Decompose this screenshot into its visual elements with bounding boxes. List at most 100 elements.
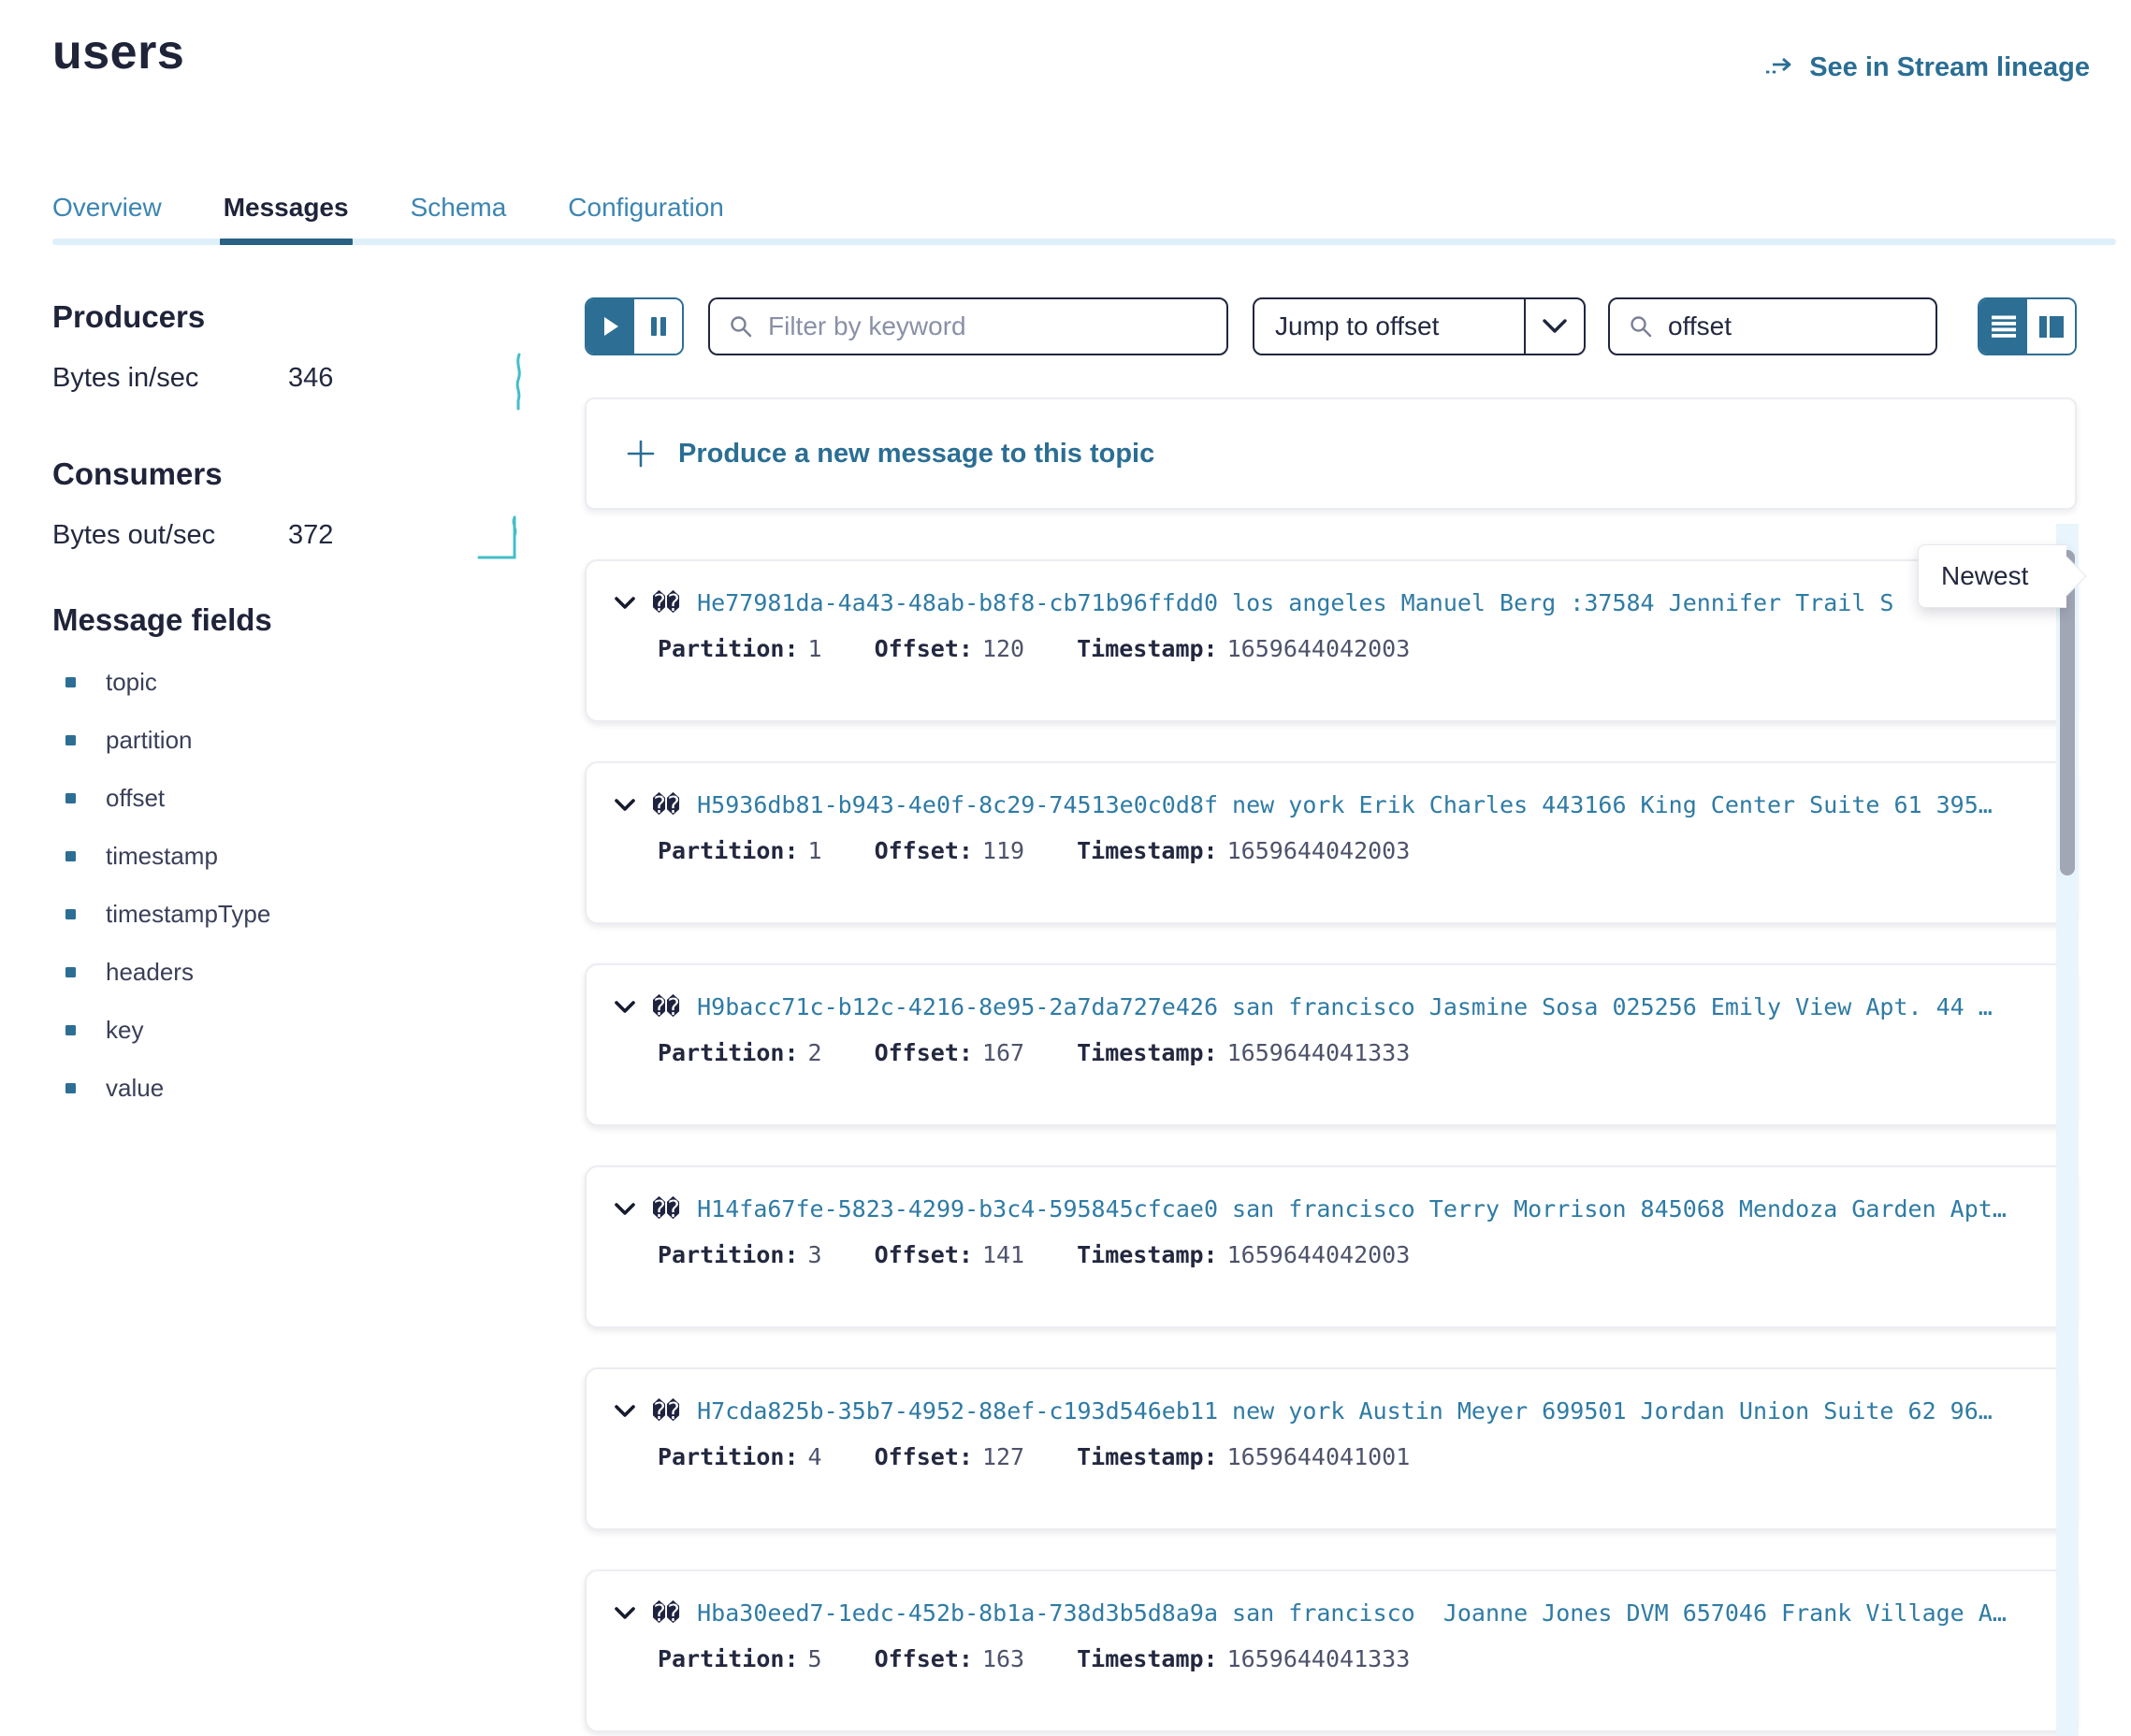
pause-icon (649, 315, 668, 338)
page-title: users (52, 24, 184, 80)
message-field-item: value (65, 1059, 270, 1117)
scrollbar-track[interactable] (2056, 524, 2079, 1736)
message-key: H5936db81-b943-4e0f-8c29-74513e0c0d8f ne… (697, 791, 1993, 818)
message-row[interactable]: �� H7cda825b-35b7-4952-88ef-c193d546eb11… (585, 1367, 2077, 1530)
filter-field (708, 297, 1228, 355)
message-key-prefix: �� (652, 1195, 680, 1222)
timestamp-label: Timestamp: (1077, 1645, 1218, 1672)
message-key-prefix: �� (652, 993, 680, 1020)
tab-bar: Overview Messages Schema Configuration (52, 193, 2116, 245)
chevron-down-icon[interactable] (1526, 299, 1584, 354)
timestamp-value: 1659644042003 (1227, 1241, 1411, 1268)
offset-field: Offset: 141 (875, 1241, 1025, 1268)
columns-view-button[interactable] (2027, 299, 2075, 354)
stream-lineage-link[interactable]: See in Stream lineage (1764, 52, 2090, 83)
pause-button[interactable] (634, 299, 682, 354)
message-row[interactable]: �� He77981da-4a43-48ab-b8f8-cb71b96ffdd0… (585, 559, 2077, 722)
columns-view-icon (2037, 314, 2066, 340)
play-pause-group (585, 297, 684, 355)
message-field-label: key (106, 1016, 143, 1045)
message-key-line: �� H5936db81-b943-4e0f-8c29-74513e0c0d8f… (615, 791, 2043, 818)
producers-title: Producers (52, 299, 205, 335)
partition-label: Partition: (658, 1241, 799, 1268)
bullet-icon (65, 967, 76, 977)
tab-schema[interactable]: Schema (411, 193, 507, 245)
message-key-line: �� Hba30eed7-1edc-452b-8b1a-738d3b5d8a9a… (615, 1599, 2043, 1627)
timestamp-value: 1659644041001 (1227, 1443, 1411, 1470)
message-meta-line: Partition:2 Offset:167 Timestamp:1659644… (658, 1039, 2043, 1066)
message-field-label: partition (106, 726, 193, 755)
chevron-down-icon[interactable] (615, 798, 635, 812)
message-meta-line: Partition:4 Offset:127 Timestamp:1659644… (658, 1443, 2043, 1470)
offset-value: 127 (982, 1443, 1024, 1470)
message-key: H7cda825b-35b7-4952-88ef-c193d546eb11 ne… (697, 1397, 1993, 1425)
produce-message-button[interactable]: Produce a new message to this topic (585, 398, 2077, 510)
offset-field: Offset:120 (875, 635, 1025, 662)
consumers-title: Consumers (52, 456, 223, 492)
message-list: �� He77981da-4a43-48ab-b8f8-cb71b96ffdd0… (585, 559, 2077, 1732)
message-field-item: timestampType (65, 885, 270, 943)
partition-value: 2 (808, 1039, 822, 1066)
message-row[interactable]: �� H5936db81-b943-4e0f-8c29-74513e0c0d8f… (585, 761, 2077, 924)
message-field-item: topic (65, 653, 270, 711)
offset-value: 167 (982, 1039, 1024, 1066)
message-meta-line: Partition:1 Offset:119 Timestamp:1659644… (658, 837, 2043, 864)
tab-messages[interactable]: Messages (224, 193, 349, 245)
offset-field: Offset: 127 (875, 1443, 1025, 1470)
timestamp-field: Timestamp:1659644042003 (1077, 1241, 1410, 1268)
message-row[interactable]: �� H14fa67fe-5823-4299-b3c4-595845cfcae0… (585, 1165, 2077, 1328)
message-key: He77981da-4a43-48ab-b8f8-cb71b96ffdd0 lo… (697, 589, 1893, 616)
message-key-line: �� H9bacc71c-b12c-4216-8e95-2a7da727e426… (615, 993, 2043, 1020)
offset-value: 141 (982, 1241, 1024, 1268)
newest-tooltip: Newest (1918, 544, 2066, 608)
timestamp-field: Timestamp:1659644041001 (1077, 1443, 1410, 1470)
timestamp-value: 1659644042003 (1227, 635, 1411, 662)
message-field-item: timestamp (65, 827, 270, 885)
offset-search-field (1608, 297, 1937, 355)
offset-label: Offset: (875, 1645, 973, 1672)
message-field-item: partition (65, 711, 270, 769)
chevron-down-icon[interactable] (615, 1202, 635, 1216)
message-key-line: �� H7cda825b-35b7-4952-88ef-c193d546eb11… (615, 1397, 2043, 1425)
chevron-down-icon[interactable] (615, 1000, 635, 1014)
list-view-button[interactable] (1979, 299, 2027, 354)
offset-label: Offset: (875, 837, 973, 864)
message-field-label: timestampType (106, 900, 270, 929)
message-field-label: topic (106, 668, 157, 697)
chevron-down-icon[interactable] (615, 1606, 635, 1620)
message-key-line: �� H14fa67fe-5823-4299-b3c4-595845cfcae0… (615, 1195, 2043, 1222)
partition-field: Partition:1 (658, 635, 822, 662)
dashed-arrow-right-icon (1764, 56, 1796, 80)
bullet-icon (65, 793, 76, 803)
offset-field: Offset:163 (875, 1645, 1025, 1672)
filter-input[interactable] (766, 311, 1208, 342)
offset-label: Offset: (875, 1443, 973, 1470)
partition-label: Partition: (658, 1039, 799, 1066)
tab-configuration[interactable]: Configuration (568, 193, 724, 245)
message-field-item: offset (65, 769, 270, 827)
tab-overview[interactable]: Overview (52, 193, 162, 245)
message-row[interactable]: �� H9bacc71c-b12c-4216-8e95-2a7da727e426… (585, 963, 2077, 1126)
bytes-out-label: Bytes out/sec (52, 520, 288, 551)
bullet-icon (65, 1083, 76, 1093)
partition-label: Partition: (658, 1443, 799, 1470)
producers-metric-row: Bytes in/sec 346 (52, 363, 492, 394)
offset-label: Offset: (875, 1241, 973, 1268)
message-key: Hba30eed7-1edc-452b-8b1a-738d3b5d8a9a sa… (697, 1599, 2007, 1627)
message-fields-title: Message fields (52, 602, 272, 638)
bytes-in-value: 346 (288, 363, 333, 394)
offset-search-input[interactable] (1666, 311, 1917, 342)
message-key: H14fa67fe-5823-4299-b3c4-595845cfcae0 sa… (697, 1195, 2007, 1222)
offset-label: Offset: (875, 635, 973, 662)
chevron-down-icon[interactable] (615, 1404, 635, 1418)
chevron-down-icon[interactable] (615, 596, 635, 610)
message-fields-list: topic partition offset timestamp timesta… (65, 653, 270, 1117)
bytes-in-sparkline (508, 352, 529, 416)
offset-field: Offset:119 (875, 837, 1025, 864)
message-meta-line: Partition:5 Offset:163 Timestamp:1659644… (658, 1645, 2043, 1672)
list-view-icon (1990, 314, 2018, 340)
message-key-line: �� He77981da-4a43-48ab-b8f8-cb71b96ffdd0… (615, 589, 2043, 616)
message-row[interactable]: �� Hba30eed7-1edc-452b-8b1a-738d3b5d8a9a… (585, 1570, 2077, 1732)
play-button[interactable] (587, 299, 634, 354)
jump-to-offset-select[interactable]: Jump to offset (1253, 297, 1586, 355)
